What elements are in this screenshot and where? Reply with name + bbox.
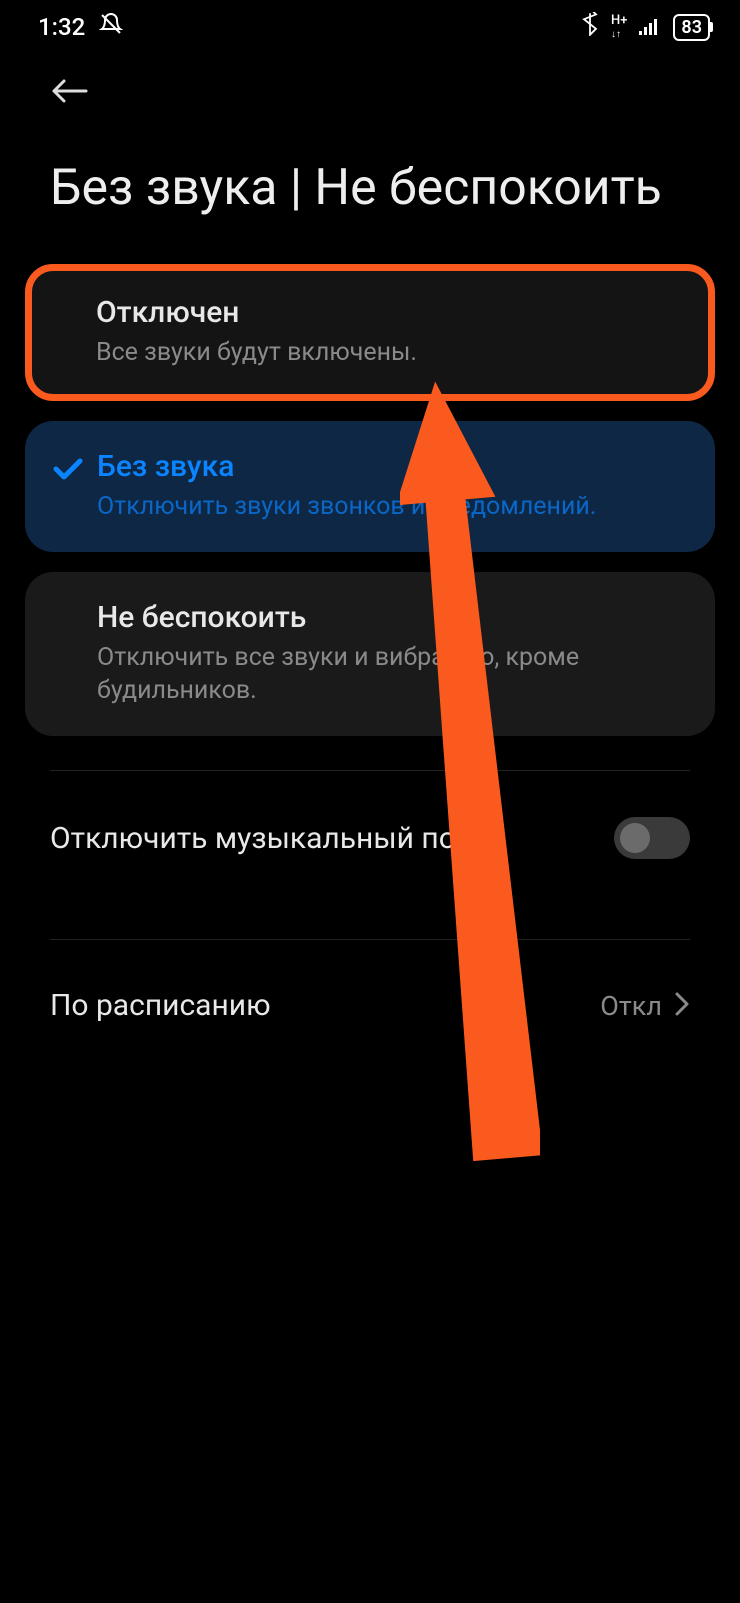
back-button[interactable] [50,91,90,110]
check-icon [53,457,83,485]
signal-icon [639,13,661,41]
status-bar: 1:32 H+↓↑ 83 [0,0,740,50]
option-title: Без звука [97,449,685,484]
toggle-knob [620,823,650,853]
chevron-right-icon [674,991,690,1021]
battery-indicator: 83 [673,14,710,41]
option-title: Отключен [96,295,684,330]
setting-schedule[interactable]: По расписанию Откл [0,940,740,1071]
bluetooth-icon [581,12,599,42]
setting-label: Отключить музыкальный поток [50,819,614,858]
toggle-mute-stream[interactable] [614,817,690,859]
option-off[interactable]: Отключен Все звуки будут включены. [25,264,715,401]
option-title: Не беспокоить [97,600,685,635]
setting-mute-stream[interactable]: Отключить музыкальный поток [0,771,740,905]
option-silent[interactable]: Без звука Отключить звуки звонков и увед… [25,421,715,552]
mode-options: Отключен Все звуки будут включены. Без з… [0,264,740,736]
battery-level: 83 [681,17,702,38]
mute-icon [99,12,123,42]
network-icon: H+↓↑ [611,14,627,40]
status-time: 1:32 [38,13,85,41]
option-dnd[interactable]: Не беспокоить Отключить все звуки и вибр… [25,572,715,737]
option-subtitle: Отключить все звуки и вибрацию, кроме бу… [97,641,685,709]
page-title: Без звука | Не беспокоить [0,120,740,264]
setting-label: По расписанию [50,986,600,1025]
setting-value: Откл [600,990,662,1022]
option-subtitle: Все звуки будут включены. [96,336,684,370]
option-subtitle: Отключить звуки звонков и уведомлений. [97,490,685,524]
